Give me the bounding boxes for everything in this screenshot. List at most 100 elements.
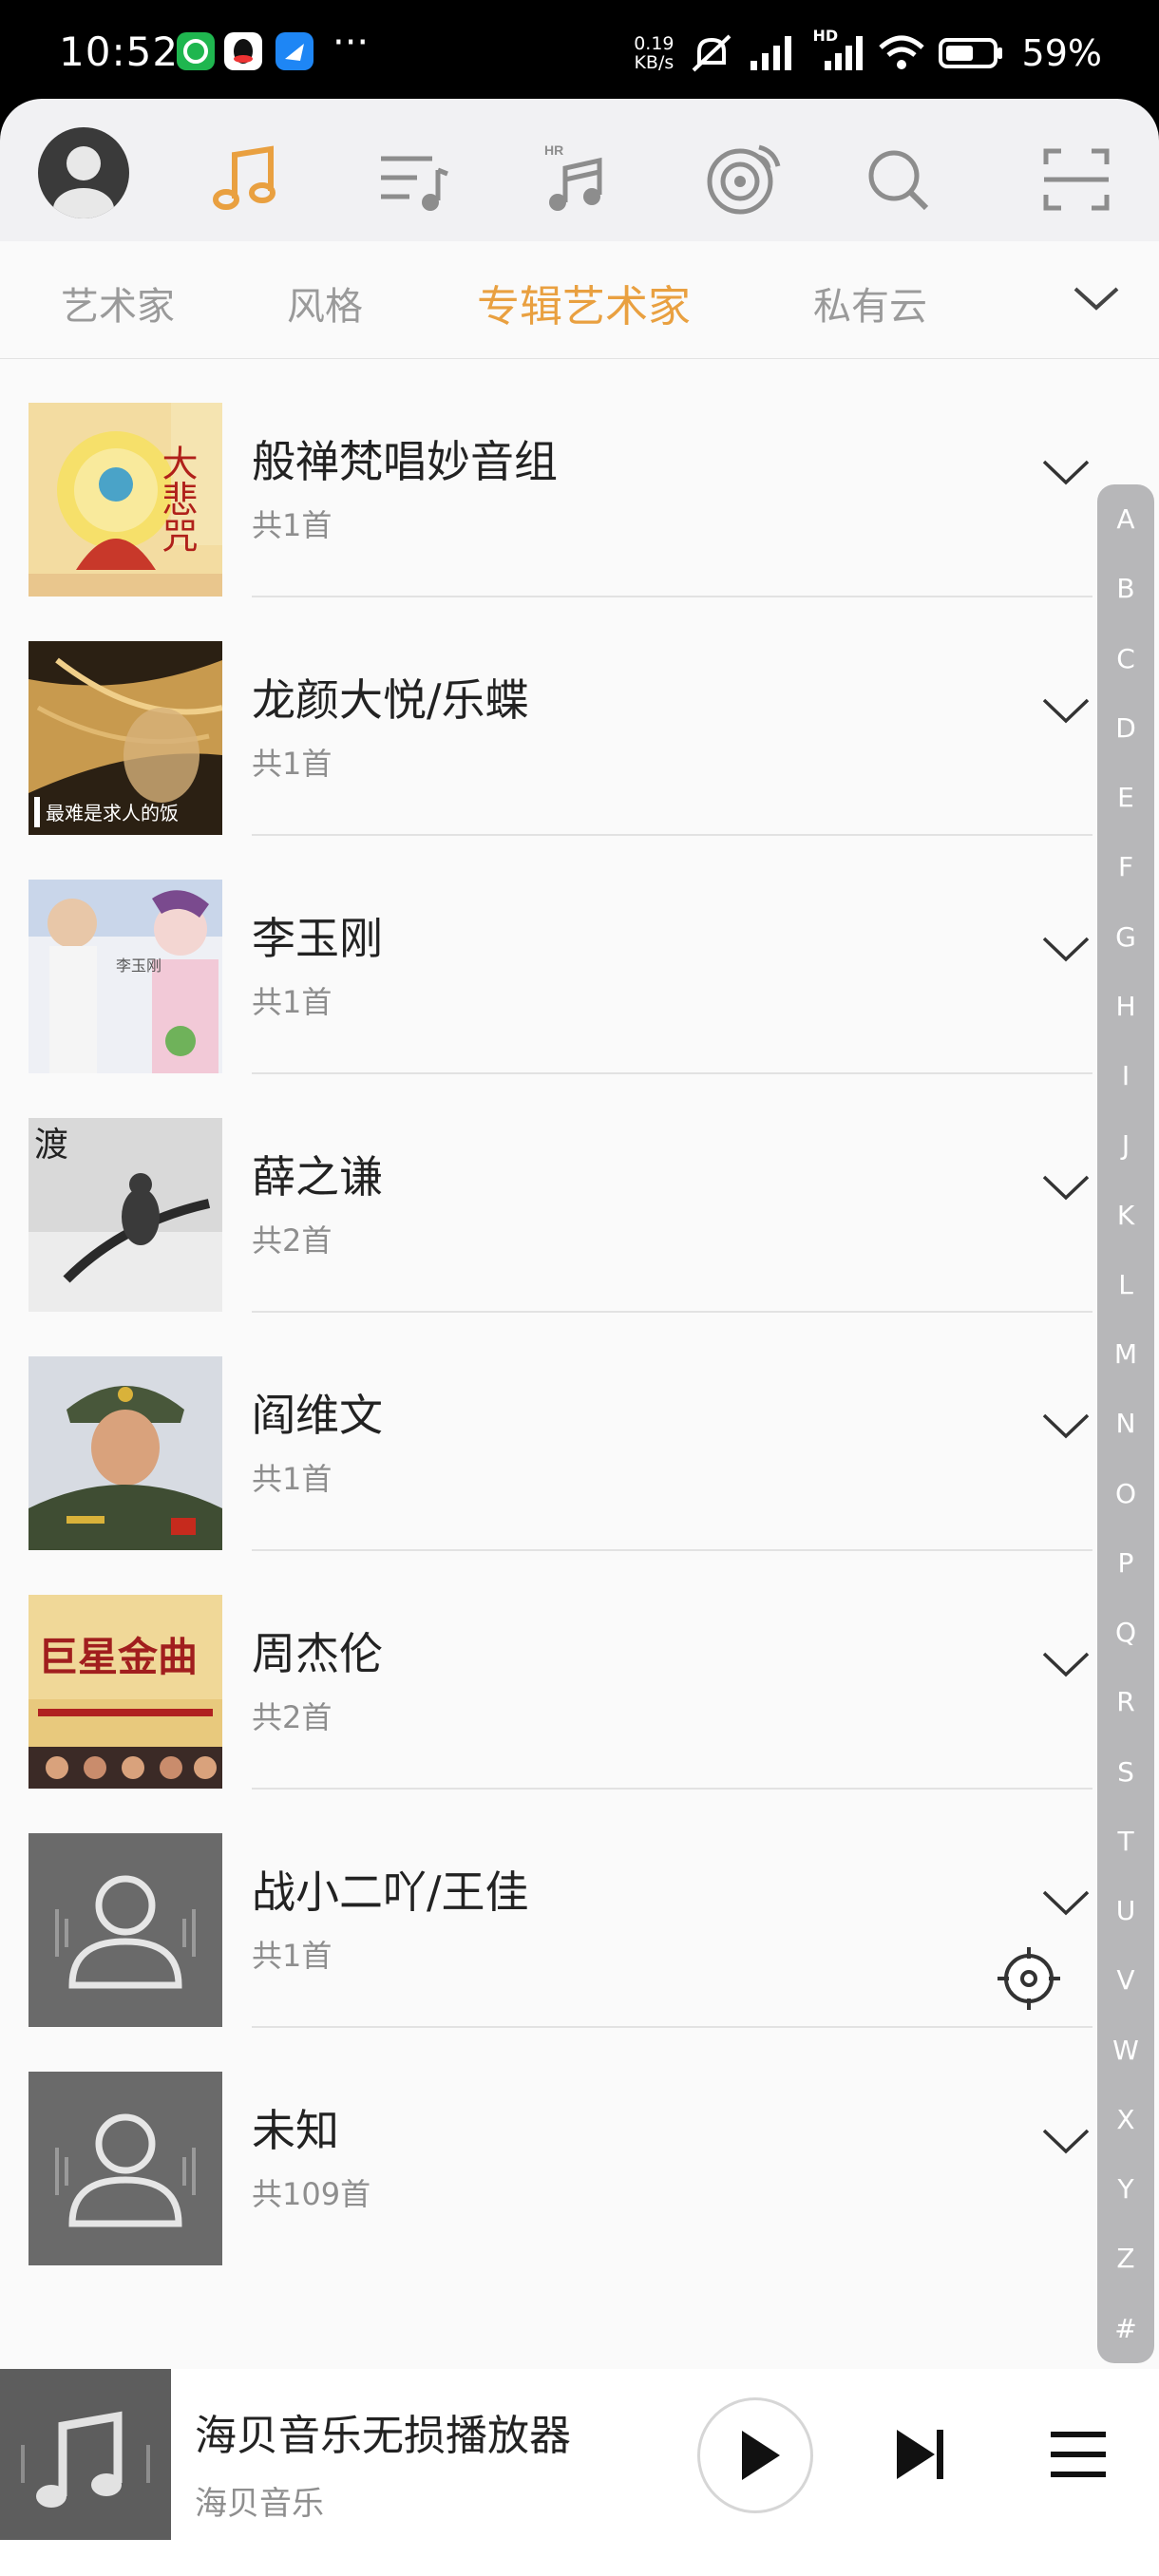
net-speed-value: 0.19 [634, 33, 674, 54]
index-letter[interactable]: N [1097, 1408, 1154, 1439]
index-letter[interactable]: C [1097, 643, 1154, 674]
album-cover: 李玉刚 [28, 880, 222, 1073]
tab-private-cloud[interactable]: 私有云 [813, 275, 927, 331]
tab-artist[interactable]: 艺术家 [61, 275, 175, 331]
index-letter[interactable]: J [1097, 1129, 1154, 1161]
index-letter[interactable]: W [1097, 2035, 1154, 2066]
list-item[interactable]: 巨星金曲 周杰伦 共2首 [0, 1551, 1092, 1790]
more-notifications-icon: ··· [332, 21, 370, 65]
chevron-down-icon[interactable] [1040, 1646, 1092, 1684]
song-count: 共1首 [252, 507, 332, 543]
feishu-app-icon [276, 32, 314, 70]
now-playing-artist: 海贝音乐 [195, 2485, 324, 2523]
net-speed: 0.19 KB/s [634, 34, 674, 72]
index-letter[interactable]: G [1097, 921, 1154, 953]
net-speed-unit: KB/s [634, 52, 674, 73]
song-count: 共1首 [252, 984, 332, 1020]
play-button[interactable] [697, 2397, 813, 2513]
artist-name: 李玉刚 [252, 913, 383, 964]
index-letter[interactable]: R [1097, 1686, 1154, 1717]
artist-name: 战小二吖/王佳 [252, 1866, 529, 1918]
hr-music-icon[interactable]: HR [536, 137, 621, 222]
artist-name: 般禅梵唱妙音组 [252, 436, 558, 487]
song-count: 共1首 [252, 746, 332, 782]
qq-app-icon [224, 32, 262, 70]
cover-text: 大悲咒 [156, 445, 198, 553]
mute-bell-icon [692, 34, 731, 72]
alphabet-index[interactable]: A B C D E F G H I J K L M N O P Q R S T U V W X Y Z # [1097, 484, 1154, 2363]
index-letter[interactable]: I [1097, 1060, 1154, 1091]
index-letter[interactable]: Q [1097, 1617, 1154, 1648]
radio-disc-icon[interactable] [699, 137, 785, 222]
status-time: 10:52 [59, 28, 180, 75]
index-letter[interactable]: Y [1097, 2173, 1154, 2205]
tab-genre[interactable]: 风格 [287, 275, 363, 331]
list-item[interactable]: 渡 薛之谦 共2首 [0, 1074, 1092, 1313]
list-item[interactable]: 大悲咒 般禅梵唱妙音组 共1首 [0, 359, 1092, 597]
list-item[interactable]: 阎维文 共1首 [0, 1313, 1092, 1551]
cover-text: 渡 [34, 1126, 68, 1165]
index-letter[interactable]: X [1097, 2104, 1154, 2135]
chevron-down-icon[interactable] [1040, 1169, 1092, 1207]
index-letter[interactable]: P [1097, 1547, 1154, 1579]
artist-list: 大悲咒 般禅梵唱妙音组 共1首 最难是求人的饭 龙颜大悦/乐蝶 共1首 李玉刚 … [0, 359, 1159, 2382]
album-cover [28, 1356, 222, 1550]
battery-percent: 59% [1021, 32, 1102, 74]
tab-album-artist[interactable]: 专辑艺术家 [477, 272, 691, 333]
artist-name: 阎维文 [252, 1390, 383, 1441]
chevron-down-icon[interactable] [1040, 931, 1092, 969]
list-item[interactable]: 未知 共109首 [0, 2028, 1092, 2266]
chevron-down-icon[interactable] [1040, 1408, 1092, 1446]
chevron-down-icon[interactable] [1068, 270, 1125, 327]
chevron-down-icon[interactable] [1040, 692, 1092, 730]
app-window: HR 艺术家 风格 专辑艺术家 私有云 大悲咒 般禅梵唱妙音组 共1首 最难是求… [0, 99, 1159, 2576]
index-letter[interactable]: L [1097, 1269, 1154, 1300]
chevron-down-icon[interactable] [1040, 2123, 1092, 2161]
play-icon [742, 2431, 780, 2480]
index-letter[interactable]: B [1097, 573, 1154, 604]
index-letter[interactable]: T [1097, 1826, 1154, 1857]
mini-player[interactable]: 海贝音乐无损播放器 海贝音乐 [0, 2369, 1159, 2540]
song-count: 共1首 [252, 1938, 332, 1974]
menu-icon[interactable] [1045, 2416, 1112, 2492]
song-count: 共2首 [252, 1699, 332, 1735]
now-playing-title: 海贝音乐无损播放器 [195, 2412, 571, 2460]
signal-icon [750, 36, 791, 70]
chevron-down-icon[interactable] [1040, 1885, 1092, 1923]
index-letter[interactable]: Z [1097, 2243, 1154, 2274]
artist-name: 薛之谦 [252, 1151, 383, 1203]
index-letter[interactable]: # [1097, 2313, 1154, 2344]
index-letter[interactable]: U [1097, 1895, 1154, 1926]
song-count: 共109首 [252, 2176, 371, 2212]
index-letter[interactable]: O [1097, 1478, 1154, 1509]
index-letter[interactable]: E [1097, 782, 1154, 813]
chevron-down-icon[interactable] [1040, 454, 1092, 492]
index-letter[interactable]: A [1097, 503, 1154, 535]
list-item[interactable]: 李玉刚 李玉刚 共1首 [0, 836, 1092, 1074]
scan-icon[interactable] [1034, 137, 1119, 222]
top-navigation: HR [0, 99, 1159, 241]
index-letter[interactable]: V [1097, 1964, 1154, 1996]
profile-avatar[interactable] [38, 127, 129, 218]
status-right: 0.19 KB/s HD 59% [634, 27, 1102, 80]
index-letter[interactable]: D [1097, 712, 1154, 744]
list-item[interactable]: 战小二吖/王佳 共1首 [0, 1790, 1092, 2028]
next-track-icon[interactable] [882, 2416, 958, 2492]
album-cover: 渡 [28, 1118, 222, 1312]
artist-name: 周杰伦 [252, 1628, 383, 1679]
index-letter[interactable]: F [1097, 851, 1154, 882]
locate-current-icon[interactable] [996, 1945, 1062, 2012]
wechat-app-icon [177, 32, 215, 70]
album-cover: 巨星金曲 [28, 1595, 222, 1789]
search-icon[interactable] [855, 137, 940, 222]
artist-name: 龙颜大悦/乐蝶 [252, 674, 529, 726]
list-item[interactable]: 最难是求人的饭 龙颜大悦/乐蝶 共1首 [0, 597, 1092, 836]
music-note-icon[interactable] [203, 137, 289, 222]
index-letter[interactable]: M [1097, 1338, 1154, 1370]
index-letter[interactable]: H [1097, 991, 1154, 1022]
index-letter[interactable]: S [1097, 1756, 1154, 1788]
index-letter[interactable]: K [1097, 1200, 1154, 1231]
playlist-icon[interactable] [370, 137, 456, 222]
song-count: 共2首 [252, 1222, 332, 1259]
default-artist-icon [28, 2072, 222, 2265]
